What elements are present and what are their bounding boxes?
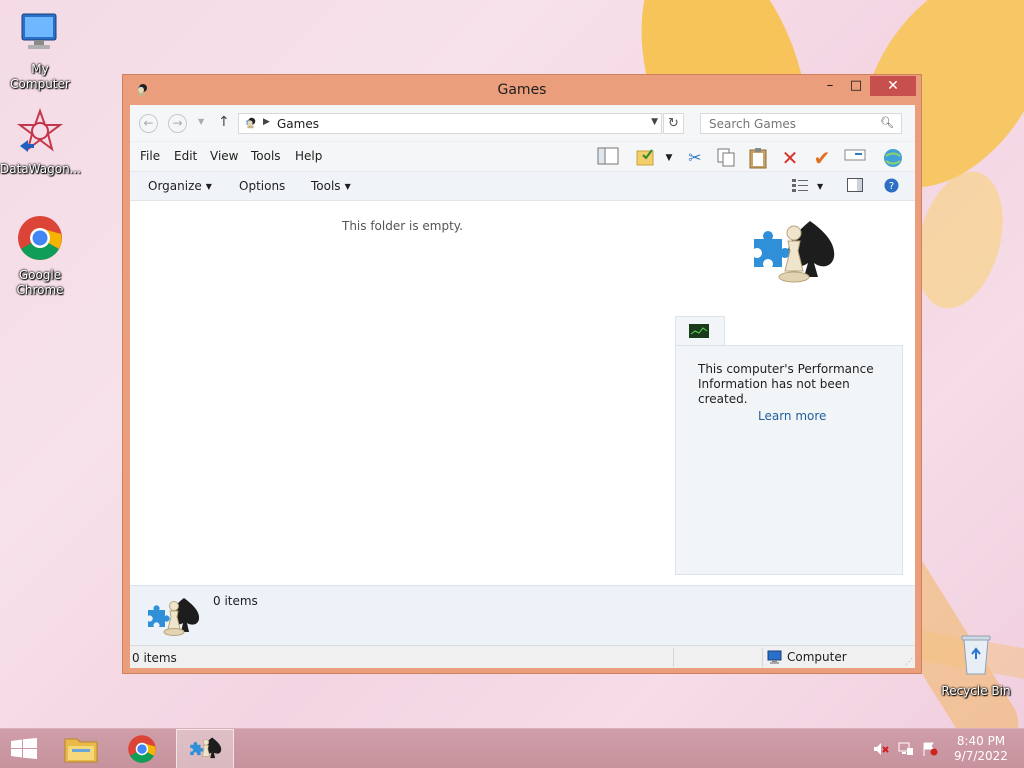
datawagon-icon (0, 108, 80, 160)
desktop-icon-label: Recycle Bin (941, 684, 1011, 698)
help-icon[interactable]: ? (884, 178, 899, 196)
performance-panel: This computer's Performance Information … (675, 345, 903, 575)
details-pane: 0 items (130, 585, 915, 645)
desktop-icon-my-computer[interactable]: My Computer (0, 8, 80, 92)
organize-button[interactable]: Organize ▼ (148, 179, 212, 193)
status-divider (673, 648, 674, 667)
organize-label: Organize (148, 179, 202, 193)
recent-locations-dropdown[interactable]: ▼ (198, 117, 204, 126)
volume-muted-icon[interactable] (873, 742, 889, 759)
rename-icon[interactable] (842, 147, 868, 169)
cut-icon[interactable]: ✂ (683, 147, 707, 169)
desktop-icon-label: Google Chrome (16, 268, 64, 297)
navigation-bar: ← → ▼ ↑ ▶ Games ▼ ↻ 🔍︎ (130, 105, 915, 141)
preview-pane-toggle-icon[interactable] (847, 178, 863, 195)
menu-tools[interactable]: Tools (251, 149, 281, 163)
item-count: 0 items (213, 594, 258, 608)
delete-icon[interactable]: ✕ (778, 147, 802, 169)
file-explorer-icon (64, 735, 98, 766)
menu-edit[interactable]: Edit (174, 149, 197, 163)
desktop-icon-recycle-bin[interactable]: Recycle Bin (936, 630, 1016, 699)
address-bar[interactable]: ▶ Games ▼ (238, 113, 662, 134)
taskbar-file-explorer[interactable] (52, 729, 110, 768)
computer-icon (767, 650, 783, 667)
games-icon (243, 116, 257, 133)
status-divider (762, 648, 763, 667)
clock-date: 9/7/2022 (954, 749, 1008, 763)
minimize-button[interactable]: – (817, 76, 843, 96)
title-bar[interactable]: Games – □ ✕ (123, 75, 921, 105)
forward-button[interactable]: → (168, 114, 187, 133)
change-view-button[interactable] (792, 178, 808, 195)
breadcrumb-chevron-icon[interactable]: ▶ (263, 117, 270, 127)
refresh-button[interactable]: ↻ (663, 113, 684, 134)
tools-button[interactable]: Tools ▼ (311, 179, 351, 193)
taskbar-chrome[interactable] (114, 729, 172, 768)
menu-file[interactable]: File (140, 149, 160, 163)
command-bar: Organize ▼ Options Tools ▼ ▼ ? (130, 171, 915, 201)
games-large-icon (750, 217, 840, 292)
network-icon[interactable] (898, 742, 914, 759)
taskbar-clock[interactable]: 8:40 PM 9/7/2022 (952, 734, 1010, 764)
checked-folder-icon[interactable] (634, 147, 658, 169)
view-dropdown-icon[interactable]: ▼ (817, 182, 823, 191)
learn-more-link[interactable]: Learn more (758, 409, 826, 423)
menu-view[interactable]: View (210, 149, 238, 163)
performance-monitor-icon (689, 324, 709, 341)
tools-label: Tools (311, 179, 341, 193)
copy-icon[interactable] (714, 147, 738, 169)
empty-folder-message: This folder is empty. (342, 219, 463, 233)
up-button[interactable]: ↑ (218, 114, 230, 130)
start-button[interactable] (0, 729, 48, 768)
menu-help[interactable]: Help (295, 149, 322, 163)
dropdown-arrow-icon: ▼ (344, 182, 351, 191)
globe-icon[interactable] (880, 147, 906, 169)
games-small-icon (146, 596, 202, 641)
close-button[interactable]: ✕ (870, 76, 916, 96)
window-title: Games (497, 82, 547, 98)
chrome-icon (0, 214, 80, 266)
maximize-button[interactable]: □ (843, 76, 869, 96)
properties-check-icon[interactable]: ✔ (810, 147, 834, 169)
desktop-icon-datawagon[interactable]: DataWagon... (0, 108, 82, 177)
breadcrumb-games[interactable]: Games (277, 117, 319, 131)
desktop-icon-label: DataWagon... (0, 162, 82, 176)
svg-text:?: ? (889, 181, 894, 192)
resize-grip-icon[interactable]: ⋰ (905, 657, 913, 666)
windows-logo-icon (10, 738, 38, 763)
menu-bar: File Edit View Tools Help ▼ ✂ ✕ ✔ (130, 141, 915, 171)
content-area[interactable]: This folder is empty. This computer's Pe… (130, 203, 915, 585)
status-bar: 0 items Computer ⋰ (130, 645, 915, 668)
performance-message: This computer's Performance Information … (698, 362, 874, 406)
options-button[interactable]: Options (239, 179, 285, 193)
computer-icon (0, 8, 80, 60)
recycle-bin-icon (936, 630, 1016, 682)
taskbar-games[interactable] (176, 729, 234, 768)
games-explorer-window: Games – □ ✕ ← → ▼ ↑ ▶ Games ▼ ↻ Search G… (122, 74, 922, 674)
action-center-flag-icon[interactable] (922, 742, 938, 759)
chrome-icon (127, 734, 157, 767)
dropdown-arrow-icon: ▼ (205, 182, 212, 191)
preview-pane-icon[interactable] (596, 147, 620, 169)
search-icon[interactable]: 🔍︎ (880, 116, 894, 129)
paste-icon[interactable] (746, 147, 770, 169)
desktop-icon-label: My Computer (10, 62, 70, 91)
performance-tab[interactable] (675, 316, 725, 346)
desktop-icon-chrome[interactable]: Google Chrome (0, 214, 80, 298)
checked-dropdown-icon[interactable]: ▼ (662, 147, 676, 169)
address-dropdown-icon[interactable]: ▼ (651, 117, 658, 127)
back-button[interactable]: ← (139, 114, 158, 133)
games-icon (189, 734, 223, 767)
status-location: Computer (787, 650, 847, 664)
status-item-count: 0 items (132, 651, 177, 665)
search-input[interactable] (700, 113, 902, 134)
taskbar: 8:40 PM 9/7/2022 (0, 728, 1024, 768)
clock-time: 8:40 PM (956, 734, 1006, 748)
window-client: ← → ▼ ↑ ▶ Games ▼ ↻ 🔍︎ (130, 105, 915, 668)
